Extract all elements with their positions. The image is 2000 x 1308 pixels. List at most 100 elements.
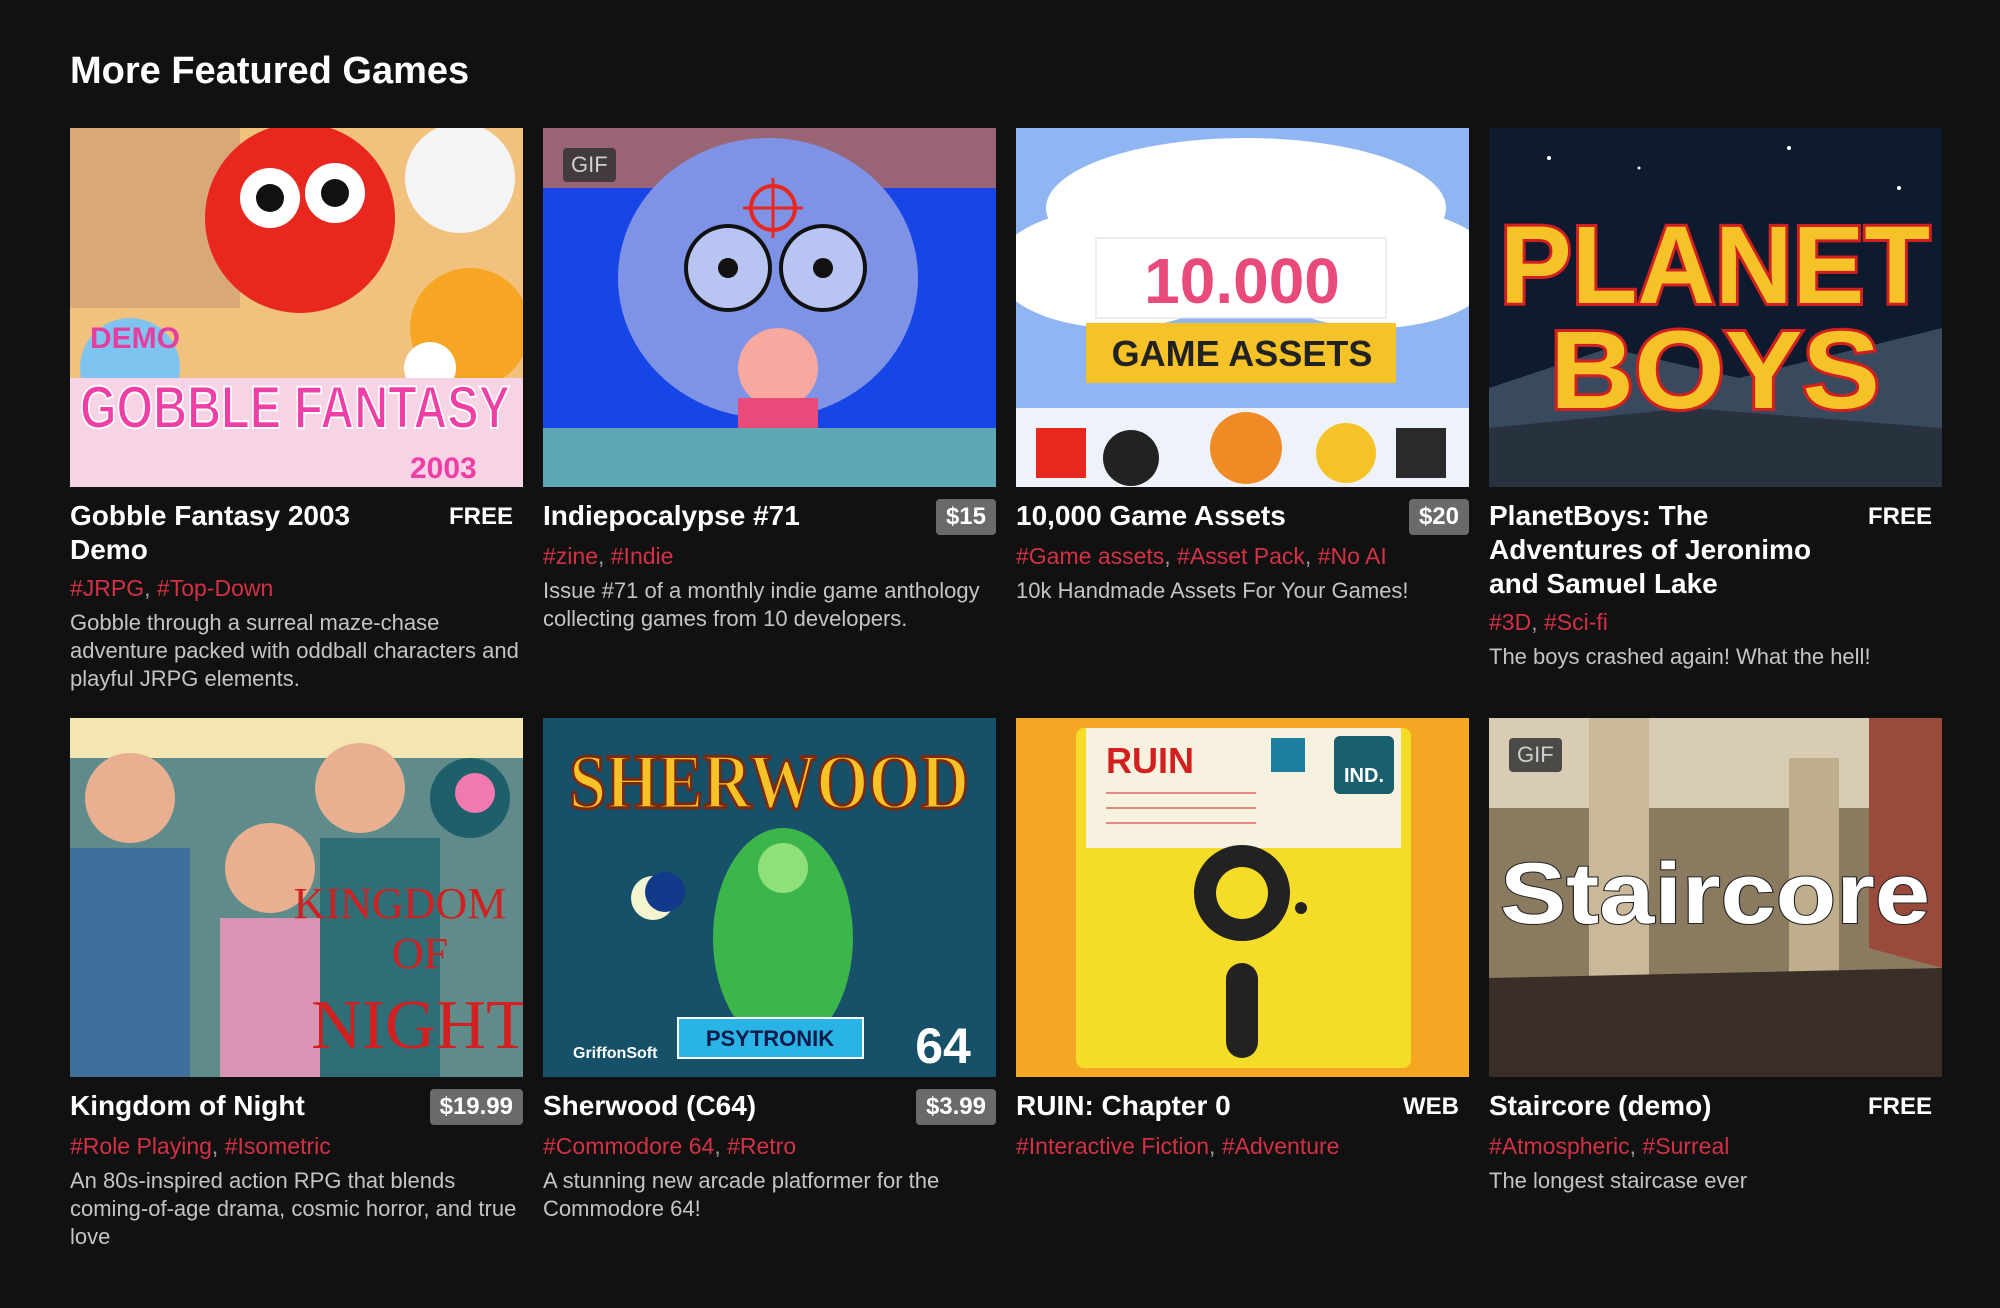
gif-badge: GIF bbox=[563, 148, 616, 182]
game-title-link[interactable]: 10,000 Game Assets bbox=[1016, 499, 1286, 533]
tag-link[interactable]: #Isometric bbox=[225, 1133, 331, 1159]
game-thumbnail[interactable]: 10.000 GAME ASSETS bbox=[1016, 128, 1469, 487]
tag-list: #Commodore 64, #Retro bbox=[543, 1131, 996, 1161]
cover-text: SHERWOOD bbox=[569, 738, 969, 825]
cover-art-planetboys: PLANET BOYS bbox=[1489, 128, 1942, 487]
cover-text: KINGDOM bbox=[294, 879, 507, 928]
tag-list: #Interactive Fiction, #Adventure bbox=[1016, 1131, 1469, 1161]
game-title-link[interactable]: Kingdom of Night bbox=[70, 1089, 305, 1123]
tag-link[interactable]: #Commodore 64 bbox=[543, 1133, 714, 1159]
tag-link[interactable]: #Role Playing bbox=[70, 1133, 212, 1159]
tag-link[interactable]: #Asset Pack bbox=[1177, 543, 1305, 569]
cover-art-ruin: RUIN IND. bbox=[1016, 718, 1469, 1077]
game-thumbnail[interactable]: DEMO GOBBLE FANTASY 2003 bbox=[70, 128, 523, 487]
tag-separator: , bbox=[144, 575, 157, 601]
cover-text: 64 bbox=[915, 1018, 971, 1074]
tag-list: #3D, #Sci-fi bbox=[1489, 607, 1942, 637]
game-description: 10k Handmade Assets For Your Games! bbox=[1016, 578, 1409, 603]
title-row: RUIN: Chapter 0 WEB bbox=[1016, 1089, 1469, 1125]
tag-link[interactable]: #Surreal bbox=[1642, 1133, 1729, 1159]
price-badge: $3.99 bbox=[915, 1089, 996, 1125]
game-grid: DEMO GOBBLE FANTASY 2003 Gobble Fantasy … bbox=[70, 128, 1942, 1308]
game-description: Gobble through a surreal maze-chase adve… bbox=[70, 610, 519, 691]
cover-text: DEMO bbox=[90, 322, 180, 355]
tag-link[interactable]: #Atmospheric bbox=[1489, 1133, 1630, 1159]
tag-list: #zine, #Indie bbox=[543, 541, 996, 571]
tag-link[interactable]: #Game assets bbox=[1016, 543, 1164, 569]
tag-link[interactable]: #No AI bbox=[1318, 543, 1387, 569]
title-row: Indiepocalypse #71 $15 bbox=[543, 499, 996, 535]
section-title: More Featured Games bbox=[70, 50, 470, 92]
cover-text: 2003 bbox=[410, 452, 477, 485]
cover-text: NIGHT bbox=[311, 987, 523, 1064]
game-card: DEMO GOBBLE FANTASY 2003 Gobble Fantasy … bbox=[70, 128, 523, 718]
price-badge: FREE bbox=[1867, 503, 1932, 530]
title-row: Staircore (demo) FREE bbox=[1489, 1089, 1942, 1125]
cover-text: Staircore bbox=[1500, 846, 1930, 942]
price-badge: $15 bbox=[935, 499, 996, 535]
cover-text: GriffonSoft bbox=[573, 1045, 658, 1062]
tag-separator: , bbox=[597, 543, 611, 569]
game-description: A stunning new arcade platformer for the… bbox=[543, 1168, 940, 1221]
cover-text: RUIN bbox=[1106, 740, 1194, 781]
game-thumbnail[interactable]: SHERWOOD GriffonSoft PSYTRONIK 64 bbox=[543, 718, 996, 1077]
title-row: PlanetBoys: The Adventures of Jeronimo a… bbox=[1489, 499, 1942, 601]
game-title-link[interactable]: Indiepocalypse #71 bbox=[543, 499, 800, 533]
game-title-link[interactable]: PlanetBoys: The Adventures of Jeronimo a… bbox=[1489, 499, 1829, 601]
price-badge: FREE bbox=[448, 503, 513, 530]
tag-link[interactable]: #JRPG bbox=[70, 575, 144, 601]
tag-list: #JRPG, #Top-Down bbox=[70, 573, 523, 603]
tag-list: #Atmospheric, #Surreal bbox=[1489, 1131, 1942, 1161]
tag-link[interactable]: #Adventure bbox=[1222, 1133, 1340, 1159]
game-thumbnail[interactable]: GIF bbox=[543, 128, 996, 487]
game-thumbnail[interactable]: RUIN IND. bbox=[1016, 718, 1469, 1077]
tag-link[interactable]: #Retro bbox=[727, 1133, 796, 1159]
tag-link[interactable]: #Indie bbox=[611, 543, 674, 569]
game-card: Staircore GIF Staircore (demo) FREE #Atm… bbox=[1489, 718, 1942, 1308]
tag-link[interactable]: #zine bbox=[543, 543, 598, 569]
cover-text: BOYS bbox=[1550, 309, 1880, 432]
game-description: Issue #71 of a monthly indie game anthol… bbox=[543, 578, 980, 631]
game-title-link[interactable]: Staircore (demo) bbox=[1489, 1089, 1712, 1123]
tag-separator: , bbox=[1209, 1133, 1222, 1159]
gif-badge: GIF bbox=[1509, 738, 1562, 772]
game-title-link[interactable]: Sherwood (C64) bbox=[543, 1089, 756, 1123]
tag-separator: , bbox=[211, 1133, 225, 1159]
title-row: Sherwood (C64) $3.99 bbox=[543, 1089, 996, 1125]
game-description: The longest staircase ever bbox=[1489, 1168, 1748, 1193]
game-card: SHERWOOD GriffonSoft PSYTRONIK 64 Sherwo… bbox=[543, 718, 996, 1308]
cover-text: PSYTRONIK bbox=[706, 1026, 834, 1051]
cover-art-game-assets: 10.000 GAME ASSETS bbox=[1016, 128, 1469, 487]
title-row: Kingdom of Night $19.99 bbox=[70, 1089, 523, 1125]
tag-separator: , bbox=[1629, 1133, 1643, 1159]
tag-separator: , bbox=[1304, 543, 1318, 569]
tag-link[interactable]: #3D bbox=[1489, 609, 1531, 635]
price-badge: $19.99 bbox=[429, 1089, 523, 1125]
game-card: RUIN IND. RUIN: Chapter 0 WEB #Interacti… bbox=[1016, 718, 1469, 1308]
game-thumbnail[interactable]: PLANET BOYS bbox=[1489, 128, 1942, 487]
cover-text: IND. bbox=[1344, 765, 1384, 787]
cover-text: OF bbox=[392, 929, 448, 978]
cover-art-sherwood: SHERWOOD GriffonSoft PSYTRONIK 64 bbox=[543, 718, 996, 1077]
title-row: Gobble Fantasy 2003 Demo FREE bbox=[70, 499, 523, 567]
game-title-link[interactable]: RUIN: Chapter 0 bbox=[1016, 1089, 1231, 1123]
cover-art-gobble-fantasy: DEMO GOBBLE FANTASY 2003 bbox=[70, 128, 523, 487]
game-thumbnail[interactable]: Staircore GIF bbox=[1489, 718, 1942, 1077]
tag-list: #Game assets, #Asset Pack, #No AI bbox=[1016, 541, 1469, 571]
title-row: 10,000 Game Assets $20 bbox=[1016, 499, 1469, 535]
game-thumbnail[interactable]: KINGDOM OF NIGHT bbox=[70, 718, 523, 1077]
tag-list: #Role Playing, #Isometric bbox=[70, 1131, 523, 1161]
tag-separator: , bbox=[714, 1133, 728, 1159]
game-description: The boys crashed again! What the hell! bbox=[1489, 644, 1871, 669]
tag-link[interactable]: #Sci-fi bbox=[1544, 609, 1608, 635]
tag-separator: , bbox=[1164, 543, 1178, 569]
game-title-link[interactable]: Gobble Fantasy 2003 Demo bbox=[70, 499, 410, 567]
cover-text: GAME ASSETS bbox=[1112, 333, 1373, 374]
tag-link[interactable]: #Interactive Fiction bbox=[1016, 1133, 1209, 1159]
game-card: PLANET BOYS PlanetBoys: The Adventures o… bbox=[1489, 128, 1942, 718]
cover-art-kingdom-of-night: KINGDOM OF NIGHT bbox=[70, 718, 523, 1077]
tag-link[interactable]: #Top-Down bbox=[157, 575, 273, 601]
game-card: 10.000 GAME ASSETS 10,000 Game Assets $2… bbox=[1016, 128, 1469, 718]
price-badge: FREE bbox=[1867, 1093, 1932, 1120]
cover-text: 10.000 bbox=[1144, 245, 1340, 317]
